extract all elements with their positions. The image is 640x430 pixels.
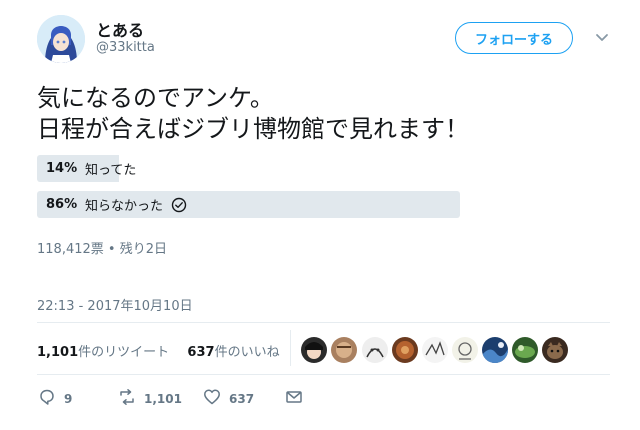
liker-avatar[interactable] <box>542 337 568 363</box>
tweet-line: 気になるのでアンケ。 <box>37 84 274 112</box>
liker-avatar[interactable] <box>301 337 327 363</box>
divider <box>37 322 610 323</box>
tweet-stats: 1,101件のリツイート 637件のいいね <box>37 341 280 360</box>
retweet-count: 1,101 <box>144 391 182 406</box>
liker-avatar[interactable] <box>422 337 448 363</box>
like-button[interactable]: 637 <box>203 388 254 409</box>
poll-option-label: 知らなかった <box>85 199 164 214</box>
tweet-line: 日程が合えばジブリ博物館で見れます！ <box>37 115 469 143</box>
divider <box>37 374 610 375</box>
likes-stat[interactable]: 637件のいいね <box>187 345 279 360</box>
liker-avatar[interactable] <box>452 337 478 363</box>
reply-icon <box>38 388 56 409</box>
liker-avatar[interactable] <box>482 337 508 363</box>
chevron-down-icon[interactable] <box>594 30 610 44</box>
poll-percent: 86% <box>46 197 78 212</box>
divider <box>290 330 291 366</box>
tweet-actions: 9 1,101 637 <box>0 388 640 408</box>
tweet-text: 気になるのでアンケ。 日程が合えばジブリ博物館で見れます！ <box>37 83 469 145</box>
avatar[interactable] <box>37 15 85 63</box>
reply-button[interactable]: 9 <box>38 388 72 409</box>
retweet-icon <box>118 388 136 409</box>
poll-percent: 14% <box>46 161 78 176</box>
check-circle-icon <box>171 197 187 213</box>
liker-avatar[interactable] <box>362 337 388 363</box>
liker-avatar[interactable] <box>392 337 418 363</box>
heart-icon <box>203 388 221 409</box>
user-handle[interactable]: @33kitta <box>96 40 155 55</box>
poll-option-label: 知ってた <box>85 163 137 178</box>
poll-meta: 118,412票 • 残り2日 <box>37 242 167 257</box>
follow-button[interactable]: フォローする <box>455 22 573 54</box>
poll-option: 86% 知らなかった <box>37 191 529 218</box>
display-name[interactable]: とある <box>96 17 144 41</box>
liker-avatar[interactable] <box>331 337 357 363</box>
poll-option: 14% 知ってた <box>37 155 529 182</box>
mail-icon <box>285 388 303 409</box>
timestamp[interactable]: 22:13 - 2017年10月10日 <box>37 295 193 314</box>
direct-message-button[interactable] <box>285 388 303 409</box>
retweets-stat[interactable]: 1,101件のリツイート <box>37 345 169 360</box>
retweet-button[interactable]: 1,101 <box>118 388 182 409</box>
liker-avatar[interactable] <box>512 337 538 363</box>
like-count: 637 <box>229 391 255 406</box>
reply-count: 9 <box>64 391 73 406</box>
